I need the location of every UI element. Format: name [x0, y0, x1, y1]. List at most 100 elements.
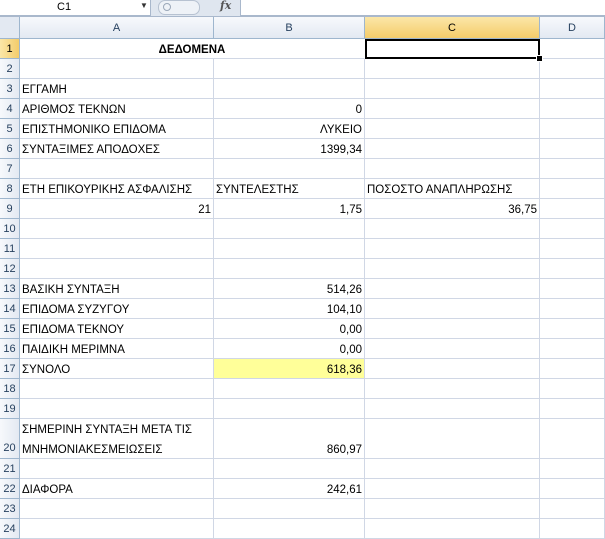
row-header-14[interactable]: 14 [0, 299, 20, 319]
row-header-8[interactable]: 8 [0, 179, 20, 199]
cell-d7[interactable] [540, 159, 605, 179]
formula-input[interactable] [240, 0, 605, 16]
cell-d18[interactable] [540, 379, 605, 399]
cell-b7[interactable] [214, 159, 365, 179]
row-header-6[interactable]: 6 [0, 139, 20, 159]
cell-c16[interactable] [365, 339, 540, 359]
cell-d14[interactable] [540, 299, 605, 319]
select-all-corner[interactable] [0, 17, 20, 39]
cell-a19[interactable] [20, 399, 214, 419]
cell-d10[interactable] [540, 219, 605, 239]
column-header-b[interactable]: B [214, 17, 365, 39]
row-header-15[interactable]: 15 [0, 319, 20, 339]
cell-c13[interactable] [365, 279, 540, 299]
cell-a22[interactable]: ΔΙΑΦΟΡΑ [20, 479, 214, 499]
row-header-5[interactable]: 5 [0, 119, 20, 139]
cell-b12[interactable] [214, 259, 365, 279]
cell-d21[interactable] [540, 459, 605, 479]
cell-a11[interactable] [20, 239, 214, 259]
cell-d23[interactable] [540, 499, 605, 519]
cell-b19[interactable] [214, 399, 365, 419]
cell-a3[interactable]: ΕΓΓΑΜΗ [20, 79, 214, 99]
cell-b11[interactable] [214, 239, 365, 259]
cell-c5[interactable] [365, 119, 540, 139]
cell-d9[interactable] [540, 199, 605, 219]
row-header-10[interactable]: 10 [0, 219, 20, 239]
row-header-23[interactable]: 23 [0, 499, 20, 519]
cell-a6[interactable]: ΣΥΝΤΑΞΙΜΕΣ ΑΠΟΔΟΧΕΣ [20, 139, 214, 159]
cell-a17[interactable]: ΣΥΝΟΛΟ [20, 359, 214, 379]
cell-c14[interactable] [365, 299, 540, 319]
cell-c11[interactable] [365, 239, 540, 259]
row-header-2[interactable]: 2 [0, 59, 20, 79]
cell-d5[interactable] [540, 119, 605, 139]
cell-c22[interactable] [365, 479, 540, 499]
cell-b2[interactable] [214, 59, 365, 79]
zoom-handle-icon[interactable] [158, 0, 200, 15]
cell-c20[interactable] [365, 419, 540, 459]
row-header-22[interactable]: 22 [0, 479, 20, 499]
cell-b24[interactable] [214, 519, 365, 539]
cell-d15[interactable] [540, 319, 605, 339]
cell-c15[interactable] [365, 319, 540, 339]
cell-a21[interactable] [20, 459, 214, 479]
cell-c12[interactable] [365, 259, 540, 279]
cell-a13[interactable]: ΒΑΣΙΚΗ ΣΥΝΤΑΞΗ [20, 279, 214, 299]
row-header-24[interactable]: 24 [0, 519, 20, 539]
cell-d17[interactable] [540, 359, 605, 379]
row-header-11[interactable]: 11 [0, 239, 20, 259]
cell-b22[interactable]: 242,61 [214, 479, 365, 499]
row-header-18[interactable]: 18 [0, 379, 20, 399]
cell-d3[interactable] [540, 79, 605, 99]
cell-b21[interactable] [214, 459, 365, 479]
cell-a12[interactable] [20, 259, 214, 279]
row-header-21[interactable]: 21 [0, 459, 20, 479]
column-header-a[interactable]: A [20, 17, 214, 39]
cell-a2[interactable] [20, 59, 214, 79]
cell-a9[interactable]: 21 [20, 199, 214, 219]
cell-a8[interactable]: ΕΤΗ ΕΠΙΚΟΥΡΙΚΗΣ ΑΣΦΑΛΙΣΗΣ [20, 179, 214, 199]
cell-b18[interactable] [214, 379, 365, 399]
cell-c7[interactable] [365, 159, 540, 179]
row-header-3[interactable]: 3 [0, 79, 20, 99]
cell-d11[interactable] [540, 239, 605, 259]
row-header-9[interactable]: 9 [0, 199, 20, 219]
cell-d24[interactable] [540, 519, 605, 539]
cell-b8[interactable]: ΣΥΝΤΕΛΕΣΤΗΣ [214, 179, 365, 199]
cell-b10[interactable] [214, 219, 365, 239]
cell-a14[interactable]: ΕΠΙΔΟΜΑ ΣΥΖΥΓΟΥ [20, 299, 214, 319]
cell-c21[interactable] [365, 459, 540, 479]
cell-d20[interactable] [540, 419, 605, 459]
fill-handle[interactable] [536, 55, 543, 62]
cell-d22[interactable] [540, 479, 605, 499]
cell-a10[interactable] [20, 219, 214, 239]
cell-a20[interactable]: ΣΗΜΕΡΙΝΗ ΣΥΝΤΑΞΗ ΜΕΤΑ ΤΙΣ ΜΝΗΜΟΝΙΑΚΕΣΜΕΙΩ… [20, 419, 214, 459]
column-header-d[interactable]: D [540, 17, 605, 39]
cell-c6[interactable] [365, 139, 540, 159]
cell-c8[interactable]: ΠΟΣΟΣΤΟ ΑΝΑΠΛΗΡΩΣΗΣ [365, 179, 540, 199]
cell-b15[interactable]: 0,00 [214, 319, 365, 339]
cell-a7[interactable] [20, 159, 214, 179]
cell-d6[interactable] [540, 139, 605, 159]
cell-a16[interactable]: ΠΑΙΔΙΚΗ ΜΕΡΙΜΝΑ [20, 339, 214, 359]
cell-a23[interactable] [20, 499, 214, 519]
cell-d19[interactable] [540, 399, 605, 419]
cell-c4[interactable] [365, 99, 540, 119]
cell-a4[interactable]: ΑΡΙΘΜΟΣ ΤΕΚΝΩΝ [20, 99, 214, 119]
chevron-down-icon[interactable]: ▼ [140, 1, 148, 10]
cell-c24[interactable] [365, 519, 540, 539]
cell-b5[interactable]: ΛΥΚΕΙΟ [214, 119, 365, 139]
row-header-13[interactable]: 13 [0, 279, 20, 299]
row-header-20[interactable]: 20 [0, 419, 20, 459]
cell-d2[interactable] [540, 59, 605, 79]
cell-a1[interactable]: ΔΕΔΟΜΕΝΑ [20, 39, 365, 59]
cell-d8[interactable] [540, 179, 605, 199]
row-header-4[interactable]: 4 [0, 99, 20, 119]
cell-b6[interactable]: 1399,34 [214, 139, 365, 159]
cell-b3[interactable] [214, 79, 365, 99]
cell-c2[interactable] [365, 59, 540, 79]
cell-b14[interactable]: 104,10 [214, 299, 365, 319]
row-header-16[interactable]: 16 [0, 339, 20, 359]
cell-c19[interactable] [365, 399, 540, 419]
column-header-c[interactable]: C [365, 17, 540, 39]
